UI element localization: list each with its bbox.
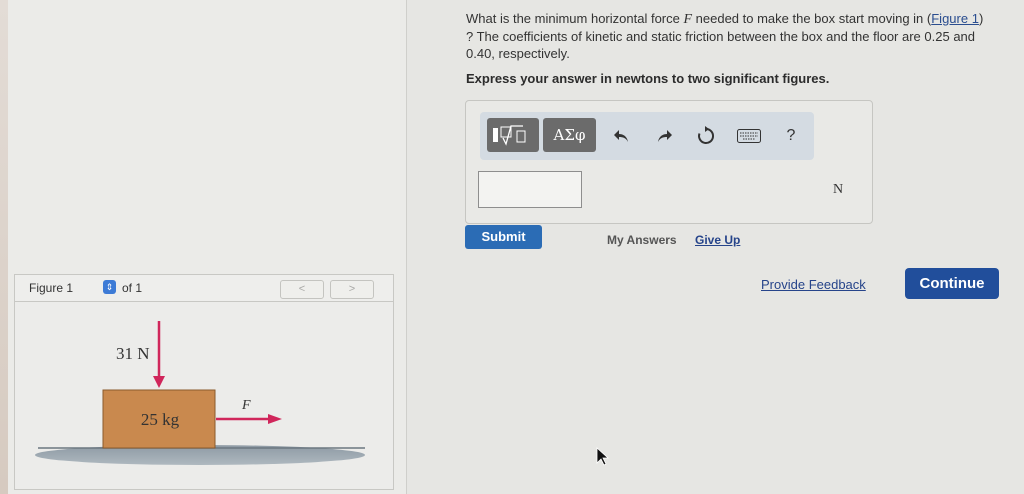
applied-force-label: F — [241, 398, 251, 413]
question-part-1: What is the minimum horizontal force — [466, 11, 684, 26]
templates-icon — [493, 125, 526, 146]
figure-count: of 1 — [122, 281, 143, 295]
question-part-2: needed to make the box start moving in — [692, 11, 927, 26]
previous-figure-button[interactable]: < — [280, 280, 324, 299]
answer-input[interactable] — [478, 171, 582, 208]
keyboard-icon[interactable] — [736, 124, 762, 148]
help-button[interactable]: ? — [779, 124, 803, 148]
question-text: What is the minimum horizontal force F n… — [466, 10, 986, 62]
figure-label: Figure 1 — [29, 281, 74, 295]
templates-button[interactable] — [487, 118, 539, 152]
physics-diagram: 25 kg 31 N F — [35, 321, 365, 465]
next-figure-button[interactable]: > — [330, 280, 374, 299]
figure-header: Figure 1 ⇕ of 1 < > — [15, 275, 393, 302]
question-variable: F — [683, 12, 693, 27]
my-answers-label: My Answers — [607, 233, 677, 247]
submit-button[interactable]: Submit — [465, 225, 542, 249]
figure-select-icon[interactable]: ⇕ — [103, 280, 116, 294]
downward-force-arrowhead — [153, 376, 165, 388]
undo-icon[interactable] — [610, 124, 634, 148]
box-mass-label: 25 kg — [141, 410, 180, 429]
answer-instruction: Express your answer in newtons to two si… — [466, 71, 830, 86]
mouse-cursor-icon — [596, 447, 609, 466]
provide-feedback-link[interactable]: Provide Feedback — [761, 277, 866, 292]
reset-icon[interactable] — [694, 124, 718, 148]
downward-force-label: 31 N — [116, 344, 150, 363]
greek-symbols-button[interactable]: ΑΣφ — [543, 118, 596, 152]
redo-icon[interactable] — [652, 124, 676, 148]
continue-button[interactable]: Continue — [905, 268, 999, 299]
give-up-link[interactable]: Give Up — [695, 233, 740, 247]
figure-link[interactable]: Figure 1 — [931, 11, 979, 26]
unit-label: N — [833, 182, 844, 197]
applied-force-arrowhead — [268, 414, 282, 424]
left-edge-strip — [0, 0, 8, 494]
